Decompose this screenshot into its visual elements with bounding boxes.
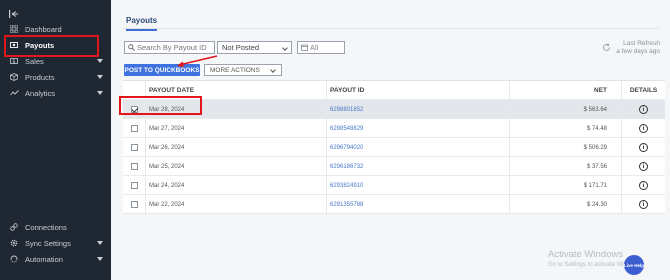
table-row[interactable]: Mar 22, 2024 6291355788 $ 24.30 i (123, 195, 665, 214)
chevron-down-icon (97, 75, 103, 79)
payout-date: Mar 25, 2024 (145, 157, 326, 176)
row-checkbox[interactable] (130, 163, 138, 170)
sidebar-item-label: Sync Settings (25, 238, 71, 248)
table-row[interactable]: Mar 25, 2024 6296186732 $ 37.56 i (123, 157, 665, 176)
refresh-icon[interactable] (602, 43, 611, 52)
sidebar-toggle-icon[interactable] (9, 10, 19, 18)
payout-date: Mar 27, 2024 (145, 119, 326, 138)
box-icon (9, 72, 19, 82)
sidebar-item-label: Connections (25, 222, 67, 232)
payout-net: $ 37.56 (509, 157, 621, 176)
sidebar-item-payouts[interactable]: Payouts (0, 35, 111, 57)
selection-highlight (119, 96, 202, 115)
chevron-down-icon (97, 59, 103, 63)
info-icon[interactable]: i (639, 124, 648, 133)
payout-date: Mar 26, 2024 (145, 138, 326, 157)
payout-net: $ 563.64 (509, 100, 621, 119)
table-row[interactable]: Mar 24, 2024 6293824910 $ 171.71 i (123, 176, 665, 195)
chevron-down-icon (97, 241, 103, 245)
payout-net: $ 24.30 (509, 195, 621, 214)
sidebar-item-label: Analytics (25, 88, 56, 98)
sidebar-item-label: Payouts (25, 40, 55, 50)
date-filter-input[interactable]: All (297, 41, 345, 54)
payout-net: $ 506.29 (509, 138, 621, 157)
payouts-table: PAYOUT DATE PAYOUT ID NET DETAILS Mar 28… (123, 80, 665, 214)
table-header-row: PAYOUT DATE PAYOUT ID NET DETAILS (123, 81, 665, 100)
last-refresh[interactable]: Last Refresh a few days ago (603, 40, 660, 56)
chevron-down-icon (97, 91, 103, 95)
search-input[interactable] (137, 43, 213, 52)
payout-id-link[interactable]: 6298801852 (326, 100, 509, 119)
tab-divider (123, 28, 659, 29)
sidebar-item-automation[interactable]: Automation (0, 251, 111, 267)
info-icon[interactable]: i (639, 200, 648, 209)
sidebar: Dashboard Payouts $ Sales Products Analy… (0, 0, 111, 280)
payout-date: Mar 24, 2024 (145, 176, 326, 195)
date-filter-value: All (310, 43, 319, 52)
chevron-down-icon (270, 67, 276, 73)
column-header-details: DETAILS (621, 81, 665, 100)
sidebar-item-label: Dashboard (25, 24, 62, 34)
sidebar-item-label: Automation (25, 254, 63, 264)
gear-icon (9, 238, 19, 248)
sidebar-item-sales[interactable]: $ Sales (0, 53, 111, 69)
calendar-icon (298, 44, 310, 51)
status-filter-value: Not Posted (222, 43, 260, 52)
svg-text:$: $ (12, 59, 15, 65)
chevron-down-icon (97, 257, 103, 261)
payout-icon (9, 40, 19, 50)
payout-id-link[interactable]: 6296794020 (326, 138, 509, 157)
payout-net: $ 171.71 (509, 176, 621, 195)
last-refresh-label: Last Refresh (623, 40, 660, 47)
grid-icon (9, 24, 19, 34)
payout-id-link[interactable]: 6293824910 (326, 176, 509, 195)
payout-net: $ 74.48 (509, 119, 621, 138)
sidebar-item-label: Products (25, 72, 55, 82)
column-header-id[interactable]: PAYOUT ID (326, 81, 509, 100)
main-content: Payouts Not Posted All Last Refresh a fe… (111, 0, 670, 280)
last-refresh-time: a few days ago (616, 48, 660, 55)
table-row[interactable]: Mar 28, 2024 6298801852 $ 563.64 i (123, 100, 665, 119)
table-row[interactable]: Mar 26, 2024 6296794020 $ 506.29 i (123, 138, 665, 157)
chart-line-icon (9, 88, 19, 98)
sidebar-item-label: Sales (25, 56, 44, 66)
info-icon[interactable]: i (639, 181, 648, 190)
info-icon[interactable]: i (639, 162, 648, 171)
table-row[interactable]: Mar 27, 2024 6298548829 $ 74.48 i (123, 119, 665, 138)
row-checkbox[interactable] (130, 144, 138, 151)
payout-id-link[interactable]: 6291355788 (326, 195, 509, 214)
sidebar-item-sync-settings[interactable]: Sync Settings (0, 235, 111, 251)
link-icon (9, 222, 19, 232)
dollar-icon: $ (9, 56, 19, 66)
row-checkbox[interactable] (130, 182, 138, 189)
row-checkbox[interactable] (130, 201, 138, 208)
search-icon (125, 44, 137, 51)
info-icon[interactable]: i (639, 105, 648, 114)
row-checkbox[interactable] (130, 125, 138, 132)
payout-id-link[interactable]: 6296186732 (326, 157, 509, 176)
payout-date: Mar 22, 2024 (145, 195, 326, 214)
column-header-net[interactable]: NET (509, 81, 621, 100)
sidebar-item-analytics[interactable]: Analytics (0, 85, 111, 101)
status-filter-select[interactable]: Not Posted (217, 41, 292, 54)
chevron-down-icon (282, 45, 288, 51)
annotation-arrow-icon (177, 55, 218, 68)
info-icon[interactable]: i (639, 143, 648, 152)
automation-icon (9, 254, 19, 264)
live-help-button[interactable]: Live Help (624, 255, 644, 275)
payout-id-link[interactable]: 6298548829 (326, 119, 509, 138)
sidebar-item-connections[interactable]: Connections (0, 219, 111, 235)
sidebar-item-products[interactable]: Products (0, 69, 111, 85)
